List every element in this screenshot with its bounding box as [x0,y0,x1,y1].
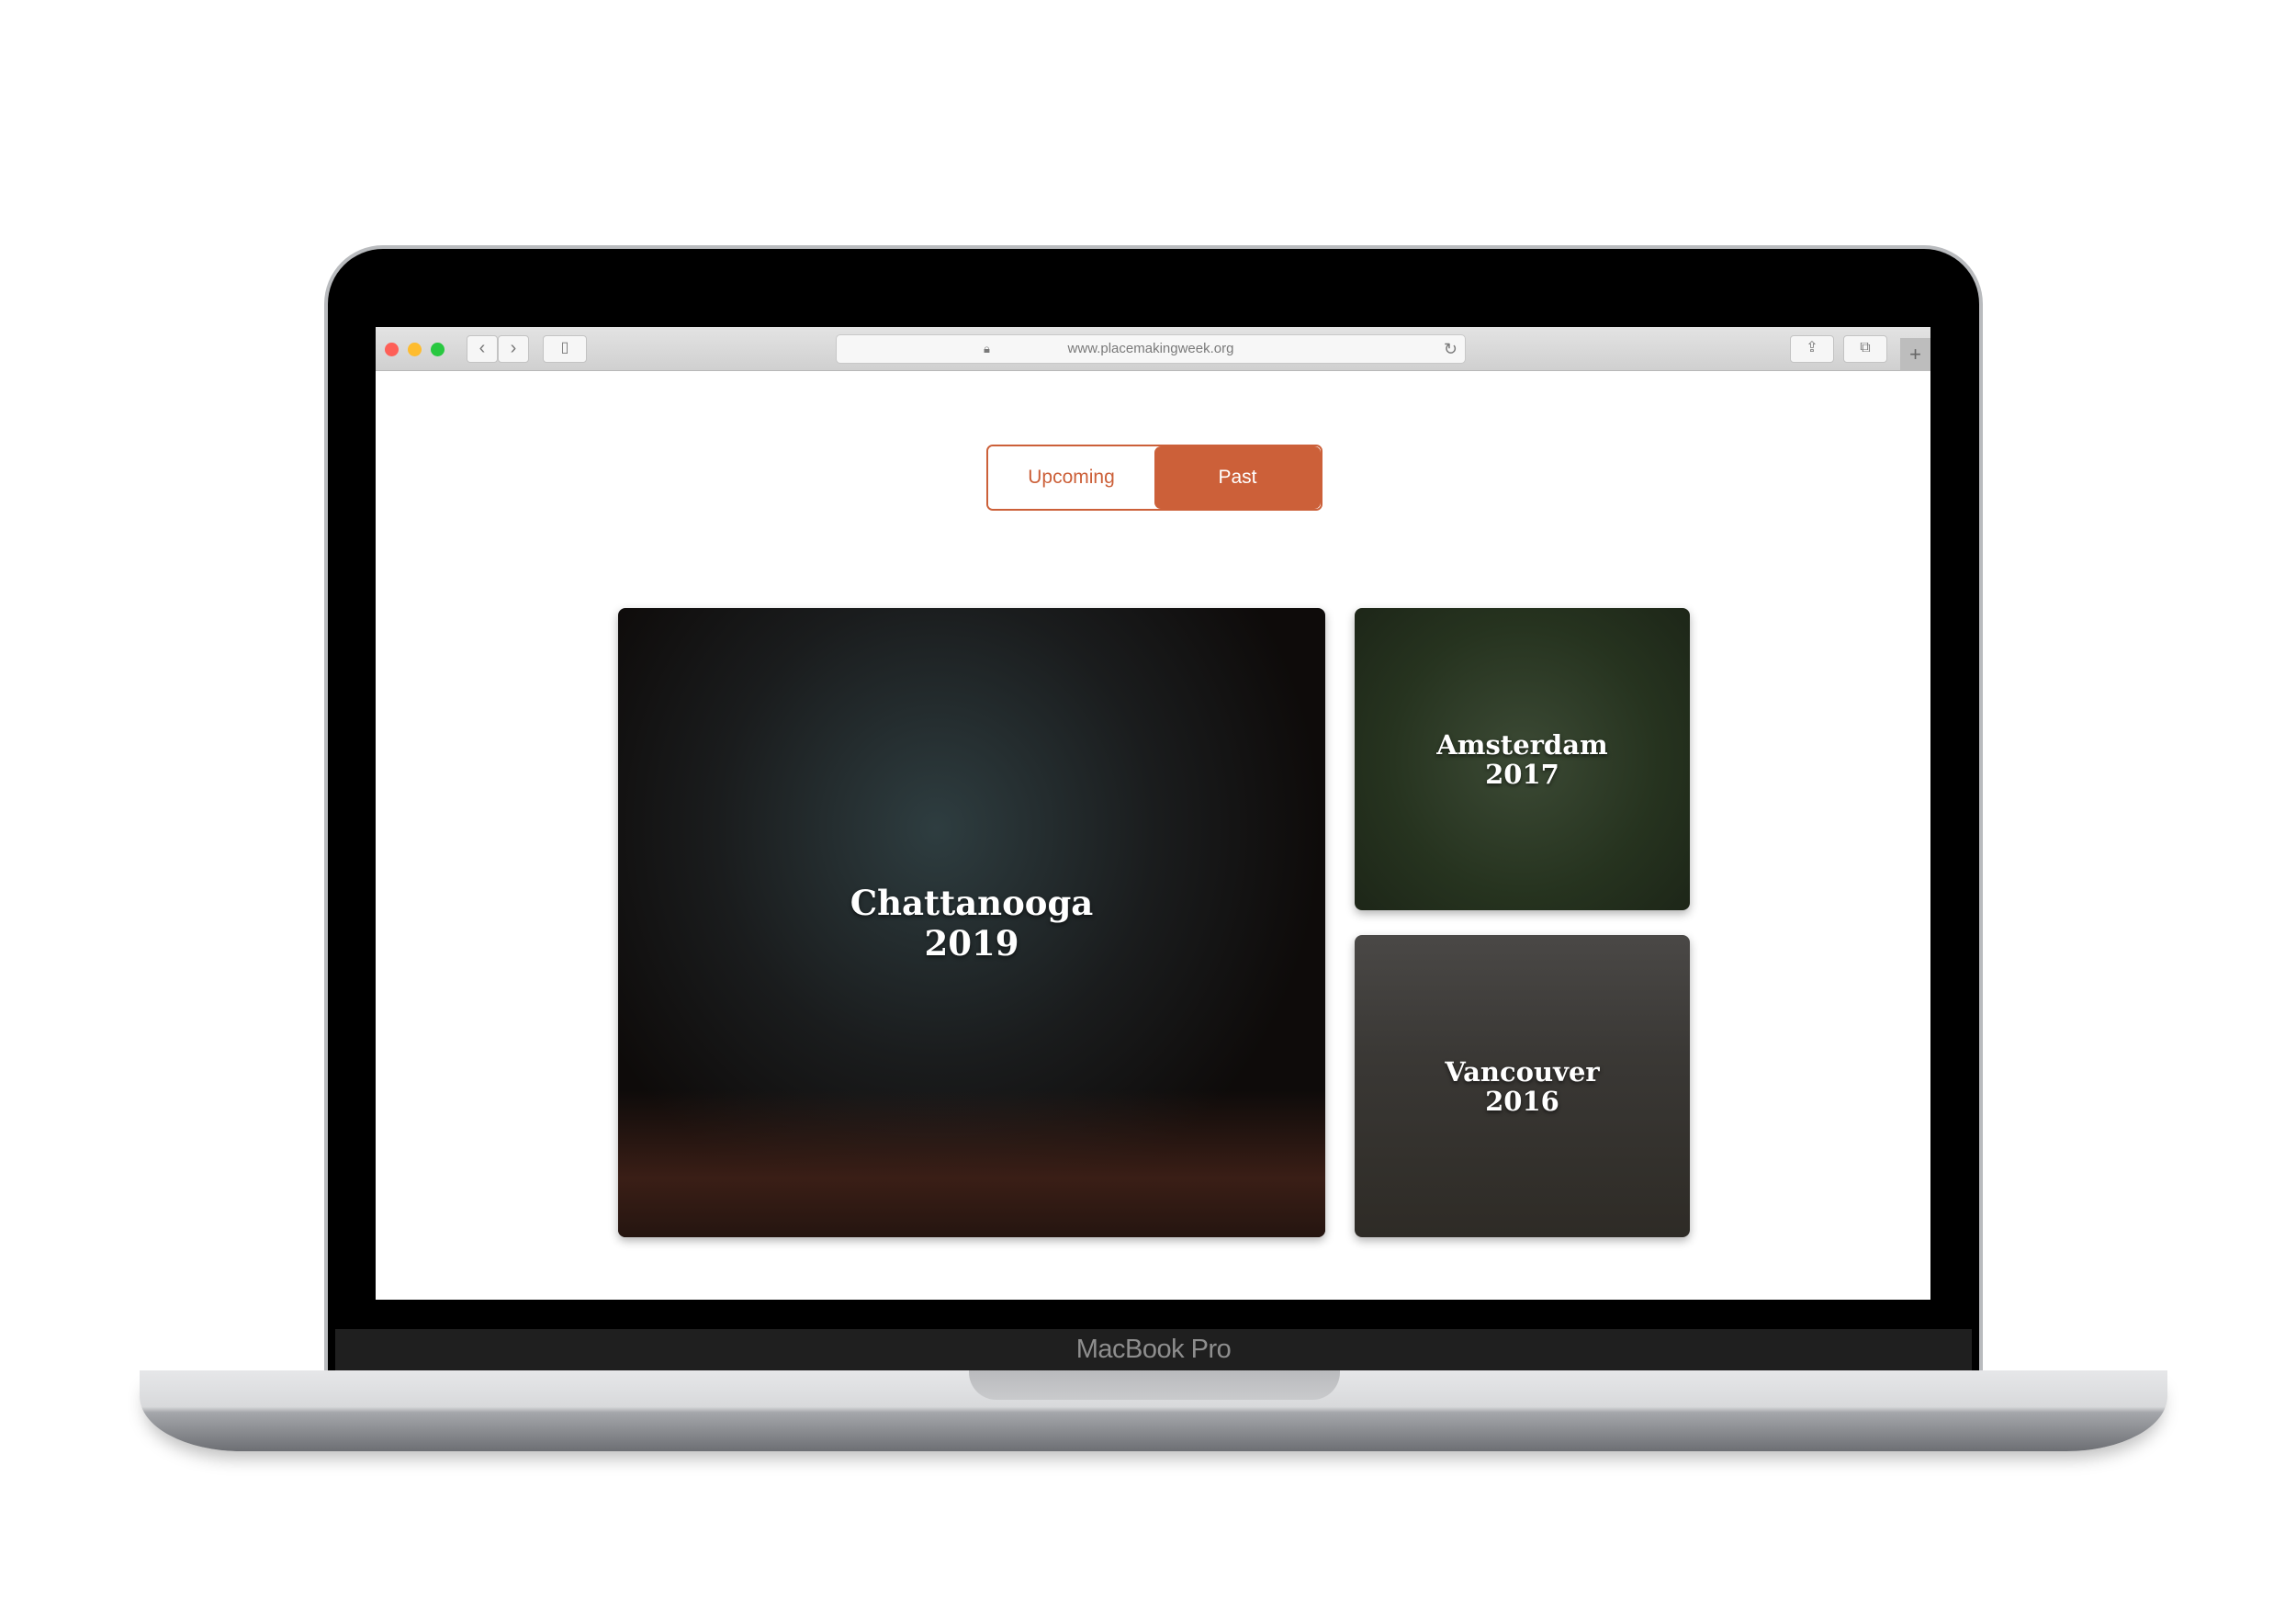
event-card-amsterdam[interactable]: Amsterdam 2017 [1355,608,1690,910]
event-city: Vancouver [1445,1055,1600,1088]
tab-past[interactable]: Past [1154,446,1321,509]
event-year: 2017 [1485,758,1559,790]
event-card-chattanooga[interactable]: Chattanooga 2019 [618,608,1325,1237]
device-label: MacBook Pro [1075,1335,1232,1364]
event-filter-toggle: Upcoming Past [986,445,1322,511]
sidebar-toggle-icon[interactable]: ▯ [543,335,587,363]
back-icon[interactable]: ‹ [467,335,498,363]
tab-upcoming[interactable]: Upcoming [988,446,1154,509]
new-tab-icon[interactable]: + [1900,338,1930,371]
minimize-window-icon[interactable] [408,343,422,356]
browser-window: ‹ › ▯ 🔒︎ www.placemakingweek.org ↻ ⇪ ⧉ +… [376,327,1930,1300]
laptop-notch [969,1370,1340,1400]
tabs-overview-icon[interactable]: ⧉ [1843,335,1887,363]
event-year: 2019 [924,922,1019,964]
close-window-icon[interactable] [385,343,399,356]
event-city: Amsterdam [1436,728,1608,761]
event-year: 2016 [1485,1085,1559,1117]
laptop-chin: MacBook Pro [335,1329,1972,1371]
event-card-vancouver[interactable]: Vancouver 2016 [1355,935,1690,1237]
lock-icon: 🔒︎ [984,342,990,355]
forward-icon[interactable]: › [498,335,529,363]
address-bar[interactable]: 🔒︎ www.placemakingweek.org ↻ [836,334,1466,364]
event-city: Chattanooga [850,882,1094,923]
url-text: www.placemakingweek.org [1067,341,1234,356]
maximize-window-icon[interactable] [431,343,445,356]
share-icon[interactable]: ⇪ [1790,335,1834,363]
browser-toolbar: ‹ › ▯ 🔒︎ www.placemakingweek.org ↻ ⇪ ⧉ + [376,327,1930,371]
reload-icon[interactable]: ↻ [1444,335,1458,363]
